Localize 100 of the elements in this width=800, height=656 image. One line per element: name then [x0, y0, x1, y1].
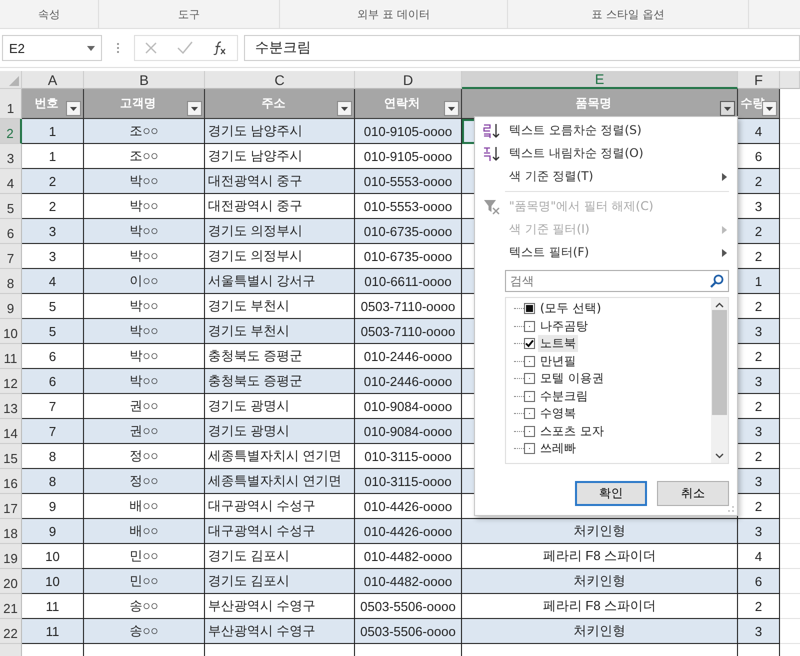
table-cell: 충청북도 증평군: [205, 369, 355, 394]
column-header[interactable]: B: [84, 71, 205, 89]
menu-item[interactable]: 텍스트 오름차순 정렬(S): [475, 119, 737, 142]
column-title: 품목명: [576, 95, 612, 112]
table-cell: 6: [738, 569, 780, 594]
resize-grip-icon[interactable]: [728, 506, 734, 512]
ribbon-group-label: 도구: [99, 0, 280, 28]
table-cell: 9: [22, 519, 84, 544]
row-header[interactable]: 18: [0, 519, 22, 544]
ok-button[interactable]: 확인: [575, 481, 647, 506]
row-header[interactable]: 10: [0, 319, 22, 344]
row-header[interactable]: 9: [0, 294, 22, 319]
name-box[interactable]: E2: [2, 35, 102, 61]
table-cell: 4: [738, 119, 780, 144]
submenu-arrow-icon: [722, 248, 727, 256]
row-header[interactable]: 3: [0, 144, 22, 169]
column-header[interactable]: A: [22, 71, 84, 89]
row-header[interactable]: 12: [0, 369, 22, 394]
value-option[interactable]: (모두 선택): [538, 300, 604, 318]
table-cell: 이○○: [84, 269, 205, 294]
row-header[interactable]: 7: [0, 244, 22, 269]
scroll-down-icon[interactable]: [715, 453, 724, 459]
table-cell: 4: [22, 269, 84, 294]
value-option[interactable]: 모텔 이용권: [538, 370, 606, 388]
table-cell: 010-4482-oooo: [355, 569, 462, 594]
caret-icon: [448, 106, 455, 110]
clear-filter-icon: [483, 198, 501, 214]
table-cell: 5: [22, 319, 84, 344]
row-header[interactable]: 4: [0, 169, 22, 194]
table-cell: 처키인형: [462, 619, 738, 644]
value-option[interactable]: 나주곰탕: [538, 318, 590, 335]
table-cell: 권○○: [84, 419, 205, 444]
column-header[interactable]: C: [205, 71, 355, 89]
row-header[interactable]: 17: [0, 494, 22, 519]
caret-icon: [724, 106, 731, 110]
scroll-up-icon[interactable]: [715, 302, 724, 308]
column-header[interactable]: D: [355, 71, 462, 89]
formula-input[interactable]: 수분크림: [244, 35, 800, 61]
filter-button[interactable]: [720, 101, 735, 116]
row-header[interactable]: 20: [0, 569, 22, 594]
checkbox[interactable]: [524, 338, 535, 350]
check-icon[interactable]: [176, 41, 193, 55]
checkbox[interactable]: [524, 373, 535, 384]
checkbox[interactable]: [524, 443, 535, 454]
menu-item[interactable]: 텍스트 필터(F): [475, 241, 737, 264]
filter-button[interactable]: [444, 101, 459, 116]
caret-icon: [70, 106, 77, 110]
table-cell: 경기도 남양주시: [205, 119, 355, 144]
table-cell: 박○○: [84, 369, 205, 394]
table-cell: 3: [22, 219, 84, 244]
submenu-arrow-icon: [722, 172, 727, 180]
filter-button[interactable]: [187, 101, 202, 116]
checkbox[interactable]: [524, 426, 535, 437]
table-cell: 세종특별자치시 연기면: [205, 469, 355, 494]
row-header[interactable]: 13: [0, 394, 22, 419]
value-option[interactable]: 노트북: [538, 335, 578, 352]
checkbox[interactable]: [524, 356, 535, 367]
table-cell: 정○○: [84, 469, 205, 494]
row-header[interactable]: 22: [0, 619, 22, 644]
checkbox[interactable]: [524, 320, 535, 332]
column-header[interactable]: E: [462, 71, 738, 89]
search-field[interactable]: 검색: [505, 270, 729, 292]
row-header[interactable]: 8: [0, 269, 22, 294]
scrollbar[interactable]: [711, 298, 728, 463]
sort-descending-icon: [483, 146, 501, 162]
checkbox[interactable]: [524, 303, 535, 314]
cancel-button[interactable]: 취소: [657, 481, 729, 506]
value-option[interactable]: 수분크림: [538, 388, 590, 405]
row-header[interactable]: 15: [0, 444, 22, 469]
row-header[interactable]: 14: [0, 419, 22, 444]
table-cell: 경기도 의정부시: [205, 219, 355, 244]
row-header[interactable]: 1: [0, 89, 22, 119]
table-cell: 010-2446-oooo: [355, 369, 462, 394]
table-cell: 3: [738, 619, 780, 644]
menu-item[interactable]: 텍스트 내림차순 정렬(O): [475, 142, 737, 165]
value-option[interactable]: 스포츠 모자: [538, 422, 606, 440]
triangle-icon: [9, 76, 19, 86]
column-header[interactable]: F: [738, 71, 780, 89]
table-cell: 10: [22, 569, 84, 594]
table-cell: 0503-5506-oooo: [355, 619, 462, 644]
row-header[interactable]: 16: [0, 469, 22, 494]
table-cell: 010-6735-oooo: [355, 219, 462, 244]
filter-button[interactable]: [66, 101, 81, 116]
table-cell: 박○○: [84, 219, 205, 244]
value-option[interactable]: 쓰레빠: [538, 440, 578, 458]
checkbox[interactable]: [524, 408, 535, 420]
table-cell: 경기도 광명시: [205, 419, 355, 444]
column-title: 주소: [262, 95, 286, 112]
value-option[interactable]: 만년필: [538, 352, 578, 370]
value-option[interactable]: 수영복: [538, 405, 578, 422]
row-header[interactable]: 5: [0, 194, 22, 219]
row-header[interactable]: 11: [0, 344, 22, 369]
filter-button[interactable]: [337, 101, 352, 116]
row-header[interactable]: 2: [0, 119, 22, 144]
function-icon[interactable]: [212, 41, 228, 55]
row-header[interactable]: 21: [0, 594, 22, 619]
menu-item[interactable]: 색 기준 정렬(T): [475, 165, 737, 188]
checkbox[interactable]: [524, 390, 535, 402]
row-header[interactable]: 6: [0, 219, 22, 244]
row-header[interactable]: 19: [0, 544, 22, 569]
